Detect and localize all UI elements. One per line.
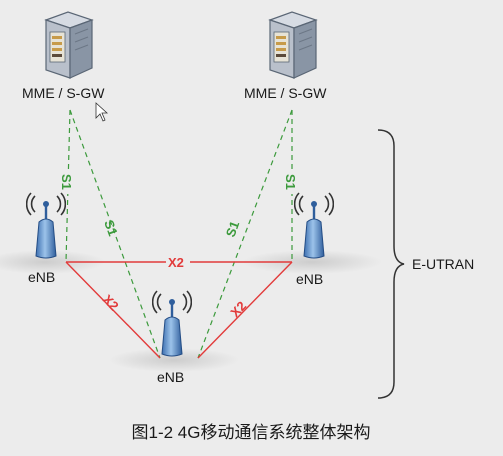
x2-label-left: X2 [100, 292, 122, 314]
architecture-diagram: S1 S1 S1 S1 X2 X2 X2 MME / S-GW MME / S-… [0, 0, 503, 456]
enb-bottom-label: eNB [157, 369, 184, 385]
s1-label-left: S1 [59, 174, 74, 190]
enb-right-label: eNB [296, 271, 323, 287]
figure-caption: 图1-2 4G移动通信系统整体架构 [132, 423, 371, 442]
diagram-canvas: S1 S1 S1 S1 X2 X2 X2 MME / S-GW MME / S-… [0, 11, 474, 442]
mme-left-label: MME / S-GW [22, 85, 105, 101]
s1-labels: S1 S1 S1 S1 [59, 172, 298, 239]
cursor-icon [95, 102, 109, 122]
s1-label-right: S1 [283, 174, 298, 190]
s1-label-left-diagonal: S1 [101, 218, 121, 238]
e-utran-brace [377, 129, 405, 399]
antenna-icon [294, 191, 334, 260]
antenna-icon [26, 191, 66, 260]
mme-right-label: MME / S-GW [244, 85, 327, 101]
x2-label-right: X2 [227, 298, 249, 320]
enb-left-label: eNB [28, 269, 55, 285]
server-icon [45, 11, 93, 79]
x2-labels: X2 X2 X2 [100, 255, 249, 320]
server-icon [269, 11, 317, 79]
e-utran-label: E-UTRAN [412, 256, 474, 272]
s1-label-right-diagonal: S1 [223, 219, 243, 239]
antenna-icon [152, 289, 192, 358]
x2-label-top: X2 [168, 255, 184, 270]
s1-link-mme-right-enb-bottom [197, 109, 293, 359]
